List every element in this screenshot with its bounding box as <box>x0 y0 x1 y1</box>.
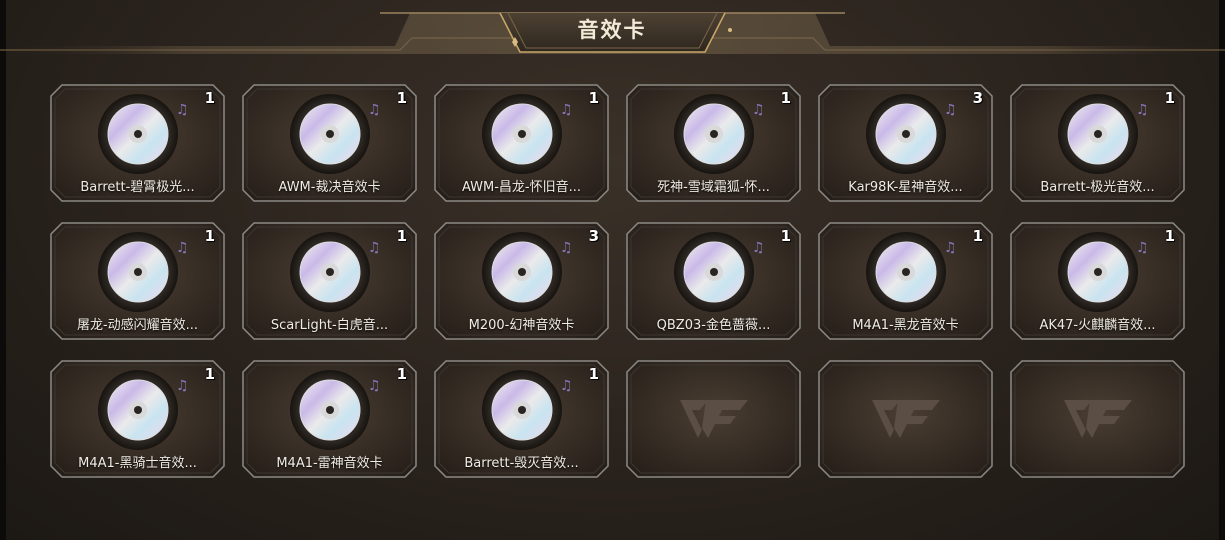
music-disc-icon: 𝄞 ♫ ♪ <box>1024 232 1149 312</box>
card-count-badge: 1 <box>780 227 791 245</box>
sound-card[interactable]: 𝄞 ♫ ♪ 3 Kar98K-星神音效... <box>818 84 993 202</box>
card-name-label: 死神-雪域霜狐-怀... <box>657 180 770 195</box>
sound-card[interactable]: 𝄞 ♫ ♪ 1 AK47-火麒麟音效... <box>1010 222 1185 340</box>
sound-card[interactable]: 𝄞 ♫ ♪ 1 死神-雪域霜狐-怀... <box>626 84 801 202</box>
card-name-label: Barrett-碧霄极光... <box>80 180 195 195</box>
cf-logo-icon <box>872 400 940 438</box>
sound-card[interactable]: 𝄞 ♫ ♪ 1 QBZ03-金色蔷薇... <box>626 222 801 340</box>
music-disc-icon: 𝄞 ♫ ♪ <box>832 94 957 174</box>
card-name-label: 屠龙-动感闪耀音效... <box>76 318 199 333</box>
sound-card[interactable]: 𝄞 ♫ ♪ 3 M200-幻神音效卡 <box>434 222 609 340</box>
music-disc-icon: 𝄞 ♫ ♪ <box>256 94 381 174</box>
svg-text:♫: ♫ <box>368 102 380 118</box>
svg-text:♫: ♫ <box>944 102 956 118</box>
card-name-label: Kar98K-星神音效... <box>848 180 963 195</box>
card-name-label: M4A1-黑龙音效卡 <box>852 318 959 333</box>
sound-card[interactable]: 𝄞 ♫ ♪ 1 AWM-裁决音效卡 <box>242 84 417 202</box>
card-count-badge: 1 <box>972 227 983 245</box>
card-count-badge: 1 <box>204 227 215 245</box>
card-name-label: M4A1-雷神音效卡 <box>276 456 383 471</box>
sound-card[interactable]: 𝄞 ♫ ♪ 1 屠龙-动感闪耀音效... <box>50 222 225 340</box>
empty-card-slot <box>818 360 993 478</box>
card-count-badge: 3 <box>588 227 599 245</box>
svg-text:♫: ♫ <box>1136 102 1148 118</box>
music-disc-icon: 𝄞 ♫ ♪ <box>832 232 957 312</box>
svg-text:♫: ♫ <box>368 378 380 394</box>
card-count-badge: 1 <box>396 365 407 383</box>
sound-card[interactable]: 𝄞 ♫ ♪ 1 M4A1-雷神音效卡 <box>242 360 417 478</box>
card-name-label: M200-幻神音效卡 <box>468 318 575 333</box>
svg-text:♫: ♫ <box>560 378 572 394</box>
svg-text:♫: ♫ <box>560 240 572 256</box>
music-disc-icon: 𝄞 ♫ ♪ <box>448 370 573 450</box>
music-disc-icon: 𝄞 ♫ ♪ <box>64 370 189 450</box>
card-count-badge: 1 <box>1164 89 1175 107</box>
music-disc-icon: 𝄞 ♫ ♪ <box>448 232 573 312</box>
svg-text:♫: ♫ <box>752 102 764 118</box>
header-bar: 音效卡 <box>0 0 1225 60</box>
window-frame-left <box>0 0 6 540</box>
sound-card[interactable]: 𝄞 ♫ ♪ 1 Barrett-极光音效... <box>1010 84 1185 202</box>
window-frame-right <box>1219 0 1225 540</box>
sound-card[interactable]: 𝄞 ♫ ♪ 1 Barrett-毁灭音效... <box>434 360 609 478</box>
svg-text:♫: ♫ <box>1136 240 1148 256</box>
card-name-label: AWM-裁决音效卡 <box>278 180 381 195</box>
sound-card[interactable]: 𝄞 ♫ ♪ 1 M4A1-黑龙音效卡 <box>818 222 993 340</box>
music-disc-icon: 𝄞 ♫ ♪ <box>256 232 381 312</box>
card-name-label: QBZ03-金色蔷薇... <box>656 318 771 333</box>
card-count-badge: 1 <box>588 365 599 383</box>
empty-card-slot <box>626 360 801 478</box>
svg-text:♫: ♫ <box>752 240 764 256</box>
card-count-badge: 1 <box>204 365 215 383</box>
card-name-label: AWM-昌龙-怀旧音... <box>461 180 582 195</box>
card-name-label: Barrett-毁灭音效... <box>464 456 579 471</box>
card-count-badge: 1 <box>588 89 599 107</box>
svg-text:♫: ♫ <box>176 102 188 118</box>
card-name-label: M4A1-黑骑士音效... <box>78 456 197 471</box>
card-name-label: Barrett-极光音效... <box>1040 180 1155 195</box>
music-disc-icon: 𝄞 ♫ ♪ <box>640 94 765 174</box>
music-disc-icon: 𝄞 ♫ ♪ <box>64 94 189 174</box>
sound-card-grid: 𝄞 ♫ ♪ 1 Barrett-碧霄极光... <box>50 84 1190 484</box>
music-disc-icon: 𝄞 ♫ ♪ <box>448 94 573 174</box>
svg-text:♫: ♫ <box>944 240 956 256</box>
svg-text:♫: ♫ <box>176 378 188 394</box>
cf-logo-icon <box>680 400 748 438</box>
sound-card[interactable]: 𝄞 ♫ ♪ 1 Barrett-碧霄极光... <box>50 84 225 202</box>
card-count-badge: 1 <box>204 89 215 107</box>
sound-card[interactable]: 𝄞 ♫ ♪ 1 ScarLight-白虎音... <box>242 222 417 340</box>
cf-logo-icon <box>1064 400 1132 438</box>
music-disc-icon: 𝄞 ♫ ♪ <box>64 232 189 312</box>
card-count-badge: 1 <box>396 89 407 107</box>
empty-card-slot <box>1010 360 1185 478</box>
card-count-badge: 3 <box>972 89 983 107</box>
card-count-badge: 1 <box>396 227 407 245</box>
music-disc-icon: 𝄞 ♫ ♪ <box>640 232 765 312</box>
card-count-badge: 1 <box>780 89 791 107</box>
card-name-label: ScarLight-白虎音... <box>270 318 389 333</box>
svg-text:♫: ♫ <box>176 240 188 256</box>
card-name-label: AK47-火麒麟音效... <box>1039 318 1156 333</box>
music-disc-icon: 𝄞 ♫ ♪ <box>256 370 381 450</box>
svg-text:♫: ♫ <box>560 102 572 118</box>
page-title: 音效卡 <box>577 18 647 42</box>
music-disc-icon: 𝄞 ♫ ♪ <box>1024 94 1149 174</box>
svg-text:♫: ♫ <box>368 240 380 256</box>
sound-card[interactable]: 𝄞 ♫ ♪ 1 AWM-昌龙-怀旧音... <box>434 84 609 202</box>
card-count-badge: 1 <box>1164 227 1175 245</box>
sound-card[interactable]: 𝄞 ♫ ♪ 1 M4A1-黑骑士音效... <box>50 360 225 478</box>
